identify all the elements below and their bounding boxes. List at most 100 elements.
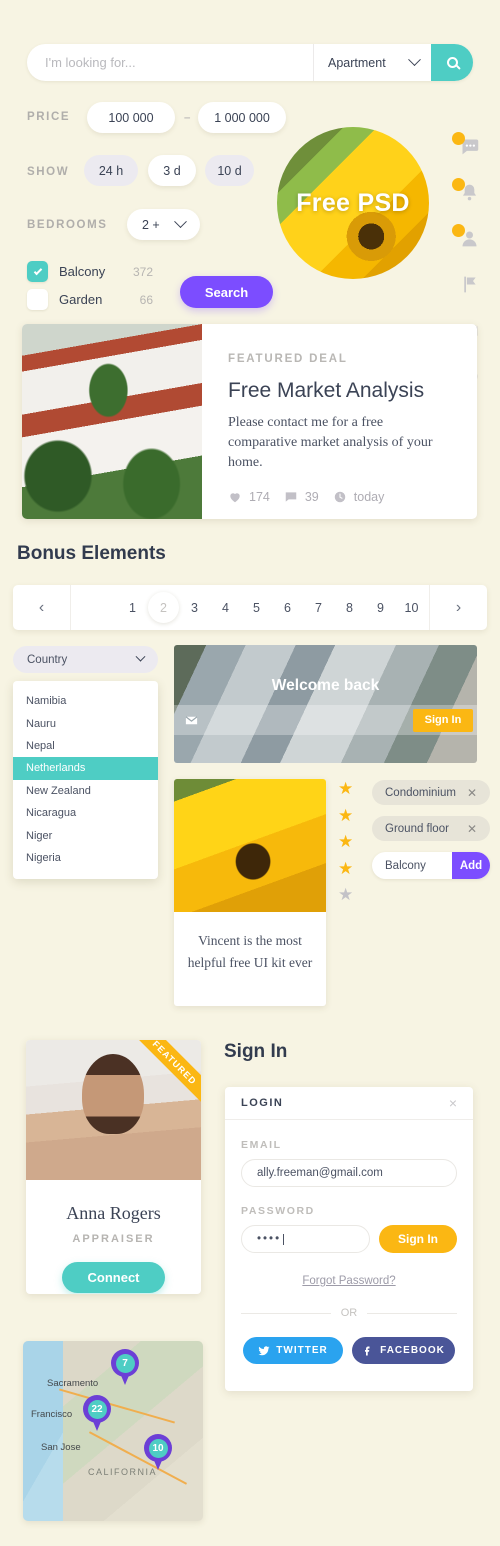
pagination-page-3[interactable]: 3 <box>179 592 210 623</box>
or-label: OR <box>340 1307 358 1319</box>
close-icon[interactable]: ✕ <box>467 822 477 836</box>
pagination-page-7[interactable]: 7 <box>303 592 334 623</box>
pagination-page-4[interactable]: 4 <box>210 592 241 623</box>
pagination-page-1[interactable]: 1 <box>117 592 148 623</box>
pagination-page-10[interactable]: 10 <box>396 592 427 623</box>
featured-deal-title: Free Market Analysis <box>228 379 425 402</box>
country-select-trigger[interactable]: Country <box>13 646 158 673</box>
email-field[interactable]: ally.freeman@gmail.com <box>241 1159 457 1187</box>
country-option-namibia[interactable]: Namibia <box>13 690 158 712</box>
search-submit-button[interactable] <box>431 44 473 81</box>
pagination-prev[interactable]: ‹ <box>13 585 71 630</box>
comments-count: 39 <box>304 490 319 504</box>
chat-icon[interactable] <box>452 132 486 166</box>
pagination-page-9[interactable]: 9 <box>365 592 396 623</box>
star-icon-empty[interactable]: ★ <box>338 886 353 903</box>
flag-icon[interactable] <box>452 270 486 304</box>
close-icon[interactable]: ✕ <box>467 786 477 800</box>
facebook-login-button[interactable]: FACEBOOK <box>352 1337 455 1364</box>
checkbox-balcony[interactable] <box>27 261 48 282</box>
tag-ground-floor: Ground floor ✕ <box>372 816 490 841</box>
pagination-page-2[interactable]: 2 <box>148 592 179 623</box>
bedrooms-select[interactable]: 2 + <box>127 209 200 240</box>
pagination-page-8[interactable]: 8 <box>334 592 365 623</box>
testimonial-text: Vincent is the most helpful free UI kit … <box>187 933 313 970</box>
twitter-login-button[interactable]: TWITTER <box>243 1337 343 1364</box>
twitter-icon <box>258 1345 270 1355</box>
map-city-francisco: Francisco <box>31 1409 73 1420</box>
star-icon[interactable]: ★ <box>338 807 353 824</box>
star-icon[interactable]: ★ <box>338 780 353 797</box>
star-rating[interactable]: ★ ★ ★ ★ ★ <box>338 780 353 903</box>
checkbox-label: Garden <box>59 292 103 307</box>
show-option-label: 10 d <box>217 163 242 178</box>
comments-stat[interactable]: 39 <box>284 490 319 504</box>
ui-kit-page: Apartment PRICE 100 000 – 1 000 000 SHOW… <box>0 0 500 1546</box>
country-option-netherlands[interactable]: Netherlands <box>13 757 158 780</box>
country-option-new-zealand[interactable]: New Zealand <box>13 780 158 802</box>
country-option-nepal[interactable]: Nepal <box>13 735 158 757</box>
checkbox-garden[interactable] <box>27 289 48 310</box>
tag-input-group: Balcony Add <box>372 852 490 879</box>
signin-submit-button[interactable]: Sign In <box>379 1225 457 1253</box>
pagination-next[interactable]: › <box>429 585 487 630</box>
featured-deal-card[interactable]: FEATURED DEAL Free Market Analysis Pleas… <box>22 324 477 519</box>
login-panel-body: EMAIL ally.freeman@gmail.com PASSWORD ••… <box>225 1120 473 1364</box>
star-icon[interactable]: ★ <box>338 833 353 850</box>
show-option-10d[interactable]: 10 d <box>205 155 254 186</box>
country-option-nigeria[interactable]: Nigeria <box>13 847 158 869</box>
country-option-nauru[interactable]: Nauru <box>13 712 158 734</box>
forgot-password-link[interactable]: Forgot Password? <box>241 1275 457 1287</box>
pagination-page-6[interactable]: 6 <box>272 592 303 623</box>
country-option-niger[interactable]: Niger <box>13 824 158 846</box>
map-pin-7[interactable]: 7 <box>111 1349 139 1385</box>
envelope-icon <box>185 715 198 724</box>
password-field[interactable]: •••• <box>241 1225 370 1253</box>
bedrooms-value: 2 + <box>142 217 160 232</box>
map-pin-22[interactable]: 22 <box>83 1395 111 1431</box>
close-icon[interactable]: × <box>449 1095 457 1111</box>
facebook-icon <box>365 1346 370 1355</box>
welcome-signin-button[interactable]: Sign In <box>413 708 473 732</box>
tag-input[interactable]: Balcony <box>372 860 452 872</box>
bell-icon[interactable] <box>452 178 486 212</box>
pagination-numbers: 1 2 3 4 5 6 7 8 9 10 <box>71 592 427 623</box>
map-widget[interactable]: Sacramento Francisco San Jose CALIFORNIA… <box>23 1341 203 1521</box>
show-option-24h[interactable]: 24 h <box>84 155 138 186</box>
search-icon <box>446 57 458 68</box>
price-max-input[interactable]: 1 000 000 <box>198 102 286 133</box>
avatar: FEATURED <box>26 1040 201 1180</box>
price-max-value: 1 000 000 <box>214 110 270 125</box>
sunflower-photo <box>174 779 326 912</box>
user-icon[interactable] <box>452 224 486 258</box>
price-min-input[interactable]: 100 000 <box>87 102 175 133</box>
checkbox-row-balcony[interactable]: Balcony 372 <box>27 261 153 282</box>
time-value: today <box>353 490 385 504</box>
connect-button[interactable]: Connect <box>62 1262 165 1293</box>
likes-stat[interactable]: 174 <box>228 490 270 504</box>
email-value: ally.freeman@gmail.com <box>257 1167 383 1179</box>
checkbox-row-garden[interactable]: Garden 66 <box>27 289 153 310</box>
clock-icon <box>334 491 346 503</box>
chevron-down-icon <box>408 53 421 67</box>
password-row: •••• Sign In <box>241 1225 457 1253</box>
featured-deal-meta: 174 39 today <box>228 490 451 504</box>
country-option-nicaragua[interactable]: Nicaragua <box>13 802 158 824</box>
map-pin-count: 7 <box>115 1353 135 1373</box>
login-panel-title: LOGIN <box>241 1097 284 1109</box>
search-bar: Apartment <box>27 44 473 81</box>
password-label: PASSWORD <box>241 1205 315 1217</box>
notification-dot <box>452 178 465 191</box>
price-label: PRICE <box>27 111 71 123</box>
login-panel-header: LOGIN × <box>225 1087 473 1120</box>
pagination-page-5[interactable]: 5 <box>241 592 272 623</box>
search-button[interactable]: Search <box>180 276 273 308</box>
show-option-3d[interactable]: 3 d <box>148 155 196 186</box>
add-tag-button[interactable]: Add <box>452 852 490 879</box>
search-input[interactable] <box>27 44 313 81</box>
map-city-san-jose: San Jose <box>41 1442 81 1453</box>
map-pin-10[interactable]: 10 <box>144 1434 172 1470</box>
property-type-select[interactable]: Apartment <box>313 44 431 81</box>
social-login-buttons: TWITTER FACEBOOK <box>241 1337 457 1364</box>
star-icon[interactable]: ★ <box>338 860 353 877</box>
